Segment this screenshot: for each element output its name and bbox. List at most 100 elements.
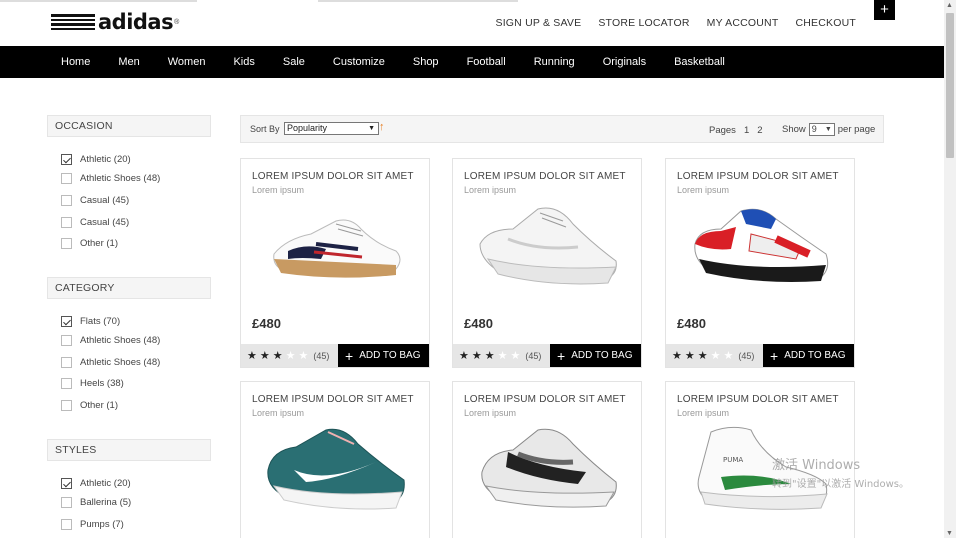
scroll-up-icon[interactable]: ▲ bbox=[946, 2, 953, 9]
per-page-control: Show 9 ▼ per page bbox=[782, 123, 875, 136]
sign-up-link[interactable]: SIGN UP & SAVE bbox=[495, 17, 581, 29]
checkbox[interactable] bbox=[61, 519, 72, 530]
product-card[interactable]: LOREM IPSUM DOLOR SIT AMET Lorem ipsum £… bbox=[665, 158, 855, 368]
product-image[interactable] bbox=[478, 422, 618, 522]
star-icon: ★ bbox=[710, 350, 721, 362]
product-card[interactable]: LOREM IPSUM DOLOR SIT AMET Lorem ipsum bbox=[452, 381, 642, 538]
checkbox[interactable] bbox=[61, 154, 72, 165]
checkbox[interactable] bbox=[61, 173, 72, 184]
nav-men[interactable]: Men bbox=[118, 56, 139, 68]
nav-women[interactable]: Women bbox=[168, 56, 206, 68]
product-title[interactable]: LOREM IPSUM DOLOR SIT AMET bbox=[252, 394, 414, 405]
checkbox[interactable] bbox=[61, 195, 72, 206]
filter-header-styles[interactable]: STYLES bbox=[47, 439, 211, 461]
add-to-bag-button[interactable]: + ADD TO BAG bbox=[550, 344, 641, 367]
plus-icon[interactable]: + bbox=[874, 0, 895, 20]
filter-header-occasion[interactable]: OCCASION bbox=[47, 115, 211, 137]
sort-label: Sort By bbox=[250, 124, 280, 134]
pagination: Pages 1 2 bbox=[709, 125, 763, 136]
filter-option[interactable]: Ballerina (5) bbox=[61, 497, 131, 508]
star-icon: ★ bbox=[510, 350, 521, 362]
checkbox[interactable] bbox=[61, 378, 72, 389]
product-title[interactable]: LOREM IPSUM DOLOR SIT AMET bbox=[677, 171, 839, 182]
filter-header-category[interactable]: CATEGORY bbox=[47, 277, 211, 299]
review-count: (45) bbox=[738, 350, 755, 361]
checkbox[interactable] bbox=[61, 217, 72, 228]
filter-option[interactable]: Other (1) bbox=[61, 238, 118, 249]
utility-links: SIGN UP & SAVE STORE LOCATOR MY ACCOUNT … bbox=[495, 17, 856, 29]
filter-option[interactable]: Flats (70) bbox=[61, 316, 120, 327]
review-count: (45) bbox=[313, 350, 330, 361]
filter-option[interactable]: Casual (45) bbox=[61, 217, 129, 228]
checkbox[interactable] bbox=[61, 357, 72, 368]
nav-basketball[interactable]: Basketball bbox=[674, 56, 725, 68]
my-account-link[interactable]: MY ACCOUNT bbox=[707, 17, 779, 29]
product-price: £480 bbox=[252, 316, 281, 331]
star-icon: ★ bbox=[497, 350, 508, 362]
sort-select[interactable]: Popularity ▼ bbox=[284, 122, 379, 135]
per-page-select[interactable]: 9 ▼ bbox=[808, 123, 835, 136]
chevron-down-icon: ▼ bbox=[368, 125, 375, 132]
star-icon: ★ bbox=[272, 350, 283, 362]
main-nav: Home Men Women Kids Sale Customize Shop … bbox=[0, 46, 944, 78]
add-to-bag-button[interactable]: + ADD TO BAG bbox=[763, 344, 854, 367]
sort-direction-icon[interactable]: ↑ bbox=[379, 121, 385, 133]
store-locator-link[interactable]: STORE LOCATOR bbox=[598, 17, 689, 29]
checkbox[interactable] bbox=[61, 497, 72, 508]
product-card[interactable]: LOREM IPSUM DOLOR SIT AMET Lorem ipsum bbox=[240, 381, 430, 538]
filter-option[interactable]: Athletic Shoes (48) bbox=[61, 173, 160, 184]
checkbox[interactable] bbox=[61, 316, 72, 327]
nav-shop[interactable]: Shop bbox=[413, 56, 439, 68]
filter-option[interactable]: Heels (38) bbox=[61, 378, 124, 389]
checkbox[interactable] bbox=[61, 335, 72, 346]
checkbox[interactable] bbox=[61, 400, 72, 411]
nav-home[interactable]: Home bbox=[61, 56, 90, 68]
nav-running[interactable]: Running bbox=[534, 56, 575, 68]
page-link-1[interactable]: 1 bbox=[744, 125, 749, 136]
scroll-thumb[interactable] bbox=[946, 13, 954, 158]
pages-label: Pages bbox=[709, 125, 736, 136]
nav-football[interactable]: Football bbox=[467, 56, 506, 68]
adidas-logo[interactable]: adidas ® bbox=[51, 12, 179, 33]
product-subtitle: Lorem ipsum bbox=[464, 185, 517, 195]
product-title[interactable]: LOREM IPSUM DOLOR SIT AMET bbox=[464, 171, 626, 182]
nav-sale[interactable]: Sale bbox=[283, 56, 305, 68]
star-icon: ★ bbox=[484, 350, 495, 362]
product-image[interactable] bbox=[266, 199, 406, 299]
checkbox[interactable] bbox=[61, 238, 72, 249]
checkbox[interactable] bbox=[61, 478, 72, 489]
product-title[interactable]: LOREM IPSUM DOLOR SIT AMET bbox=[464, 394, 626, 405]
nav-customize[interactable]: Customize bbox=[333, 56, 385, 68]
filter-option[interactable]: Casual (45) bbox=[61, 195, 129, 206]
product-image[interactable] bbox=[266, 422, 406, 522]
plus-icon: + bbox=[345, 347, 354, 364]
nav-originals[interactable]: Originals bbox=[603, 56, 646, 68]
scroll-down-icon[interactable]: ▼ bbox=[946, 530, 953, 537]
sort-toolbar: Sort By Popularity ▼ ↑ Pages 1 2 Show 9 ▼ … bbox=[240, 115, 884, 143]
logo-stripes-icon bbox=[51, 14, 95, 30]
star-icon: ★ bbox=[298, 350, 309, 362]
nav-kids[interactable]: Kids bbox=[233, 56, 254, 68]
product-card[interactable]: LOREM IPSUM DOLOR SIT AMET Lorem ipsum £… bbox=[452, 158, 642, 368]
product-subtitle: Lorem ipsum bbox=[252, 408, 305, 418]
plus-icon: + bbox=[557, 347, 566, 364]
product-image[interactable] bbox=[691, 199, 831, 299]
page-link-2[interactable]: 2 bbox=[757, 125, 762, 136]
product-card[interactable]: LOREM IPSUM DOLOR SIT AMET Lorem ipsum £… bbox=[240, 158, 430, 368]
vertical-scrollbar[interactable]: ▲ ▼ bbox=[944, 0, 956, 538]
star-icon: ★ bbox=[723, 350, 734, 362]
filter-option[interactable]: Athletic Shoes (48) bbox=[61, 357, 160, 368]
review-count: (45) bbox=[525, 350, 542, 361]
product-image[interactable] bbox=[478, 199, 618, 299]
add-to-bag-button[interactable]: + ADD TO BAG bbox=[338, 344, 429, 367]
filter-option[interactable]: Athletic (20) bbox=[61, 478, 131, 489]
product-title[interactable]: LOREM IPSUM DOLOR SIT AMET bbox=[677, 394, 839, 405]
filter-option[interactable]: Pumps (7) bbox=[61, 519, 124, 530]
checkout-link[interactable]: CHECKOUT bbox=[795, 17, 856, 29]
filter-option[interactable]: Athletic Shoes (48) bbox=[61, 335, 160, 346]
filter-option[interactable]: Athletic (20) bbox=[61, 154, 131, 165]
star-icon: ★ bbox=[684, 350, 695, 362]
show-label: Show bbox=[782, 124, 806, 135]
product-title[interactable]: LOREM IPSUM DOLOR SIT AMET bbox=[252, 171, 414, 182]
filter-option[interactable]: Other (1) bbox=[61, 400, 118, 411]
